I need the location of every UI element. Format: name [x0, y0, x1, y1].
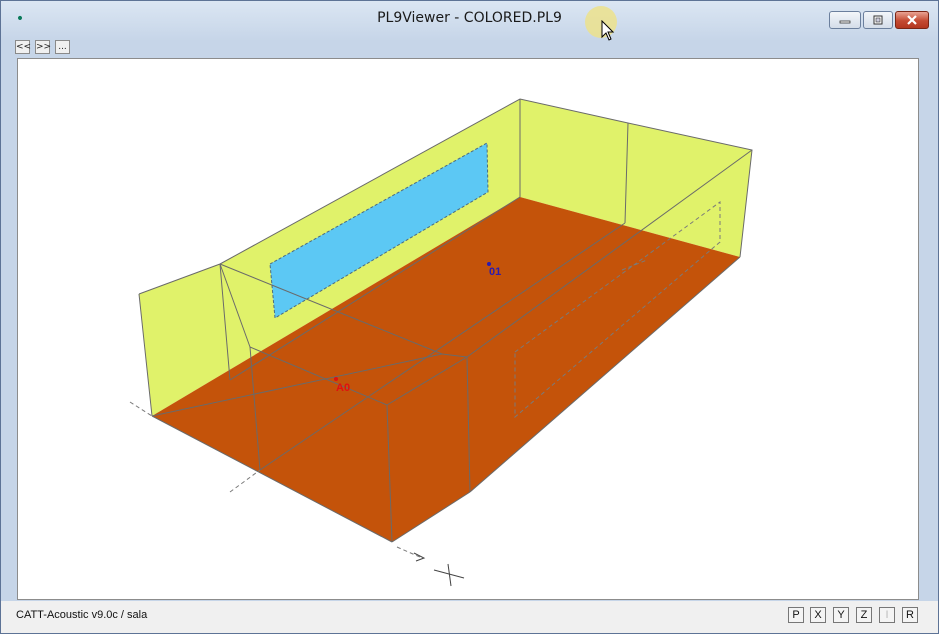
- view-reset-button[interactable]: R: [902, 607, 918, 623]
- more-options-button[interactable]: ...: [55, 40, 70, 54]
- source-label: A0: [336, 382, 350, 394]
- room-model-drawing: 01 A0: [129, 98, 753, 587]
- view-x-button[interactable]: X: [810, 607, 826, 623]
- status-text: CATT-Acoustic v9.0c / sala: [16, 609, 148, 621]
- view-y-button[interactable]: Y: [833, 607, 849, 623]
- source-point: [334, 377, 338, 381]
- view-perspective-button[interactable]: P: [788, 607, 804, 623]
- 3d-viewport[interactable]: 01 A0: [17, 58, 919, 600]
- mouse-cursor-icon: [601, 20, 615, 41]
- window-title: PL9Viewer - COLORED.PL9: [377, 10, 562, 26]
- origin-axis-icon: [413, 552, 465, 587]
- previous-button[interactable]: <<: [15, 40, 31, 54]
- close-button[interactable]: [895, 11, 929, 29]
- maximize-icon: [873, 15, 883, 25]
- view-i-button: I: [879, 607, 895, 623]
- app-window: • PL9Viewer - COLORED.PL9 << >> ... 01 A…: [0, 0, 939, 634]
- minimize-icon: [839, 20, 851, 24]
- title-bar[interactable]: • PL9Viewer - COLORED.PL9: [1, 1, 938, 41]
- minimize-button[interactable]: [829, 11, 861, 29]
- maximize-button[interactable]: [863, 11, 893, 29]
- receiver-label: 01: [489, 266, 501, 278]
- view-z-button[interactable]: Z: [856, 607, 872, 623]
- close-icon: [907, 15, 917, 25]
- next-button[interactable]: >>: [35, 40, 51, 54]
